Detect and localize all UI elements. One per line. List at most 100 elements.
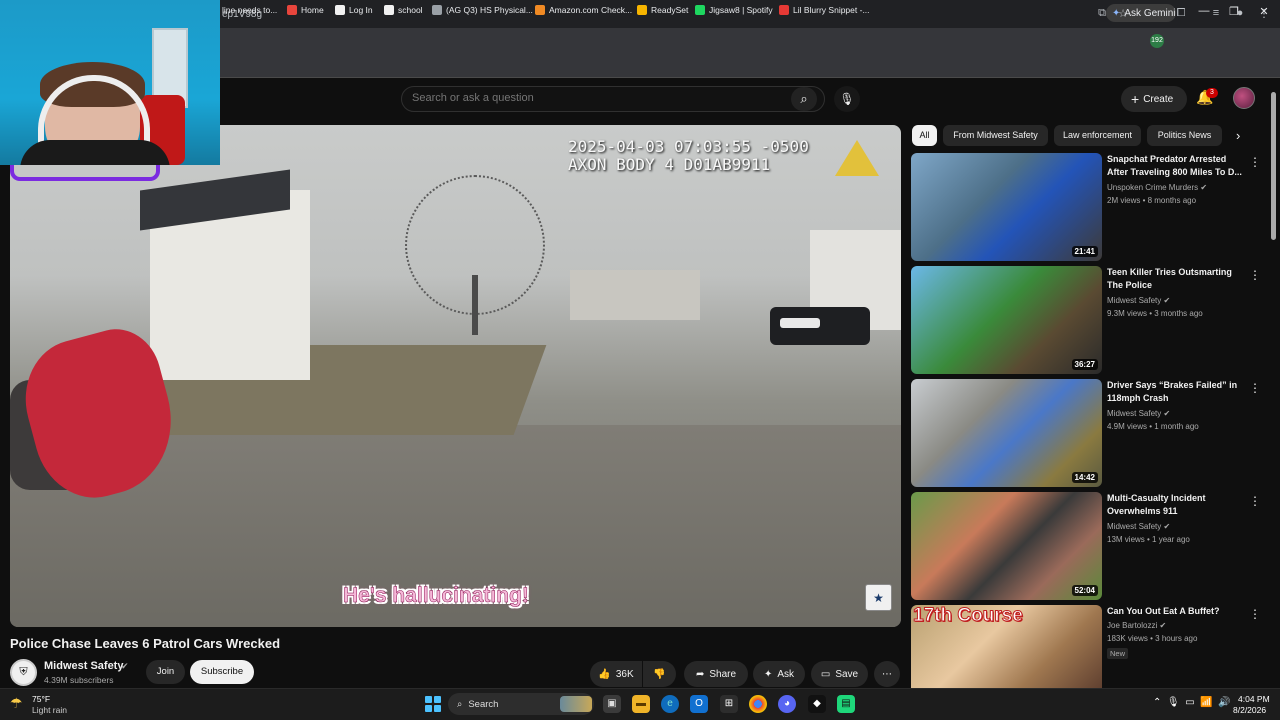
kebab-menu-icon[interactable]: ⋮	[1249, 381, 1261, 395]
police-badge-icon: ★	[865, 584, 892, 611]
axon-logo-icon	[835, 140, 879, 176]
recommendation-item[interactable]: 36:27 Teen Killer Tries Outsmarting The …	[911, 266, 1266, 374]
clock-time[interactable]: 4:04 PM	[1238, 694, 1270, 704]
recommendation-title[interactable]: Snapchat Predator Arrested After Traveli…	[1107, 153, 1245, 179]
verified-icon: ✔	[1159, 621, 1167, 630]
verified-icon: ✔	[1200, 183, 1208, 192]
recommendation-title[interactable]: Driver Says “Brakes Failed” in 118mph Cr…	[1107, 379, 1245, 405]
recommendation-thumbnail[interactable]: 17th Course	[911, 605, 1102, 688]
bookmark-label: Lil Blurry Snippet -...	[793, 5, 870, 15]
bookmark-star-icon[interactable]: ☆	[1115, 7, 1131, 20]
bookmark-item[interactable]: Lil Blurry Snippet -...	[779, 5, 870, 15]
video-scene-tree-trunk	[472, 275, 478, 335]
chip-politics-news[interactable]: Politics News	[1147, 125, 1222, 146]
create-button[interactable]: + Create	[1121, 86, 1187, 112]
bookmark-label: line needs to...	[222, 5, 278, 15]
store-icon[interactable]: ⊞	[720, 695, 738, 713]
kebab-menu-icon[interactable]: ⋮	[1249, 607, 1261, 621]
dislike-button[interactable]: 👎	[643, 661, 676, 687]
chrome-icon[interactable]	[749, 695, 767, 713]
search-input[interactable]	[412, 92, 772, 104]
share-button[interactable]: ➦ Share	[684, 661, 748, 687]
bookmark-item[interactable]: Log In	[335, 5, 373, 15]
bookmark-label: Jigsaw8 | Spotify	[709, 5, 773, 15]
subscriber-count: 4.39M subscribers	[44, 675, 114, 685]
system-tray[interactable]: ⌃ 🎙 ▭ 📶 🔊	[1153, 697, 1231, 708]
recommendation-item[interactable]: 52:04 Multi-Casualty Incident Overwhelms…	[911, 492, 1266, 600]
menu-kebab-icon[interactable]: ⋮	[1256, 7, 1272, 20]
like-button[interactable]: 👍 36K	[590, 661, 642, 687]
kebab-menu-icon[interactable]: ⋮	[1249, 494, 1261, 508]
recommendation-meta: 13M views • 1 year ago	[1107, 535, 1190, 544]
bodycam-timestamp-line1: 2025-04-03 07:03:55 -0500	[568, 137, 809, 156]
clock-date[interactable]: 8/2/2026	[1233, 705, 1266, 715]
channel-avatar[interactable]: ⛨	[10, 659, 37, 686]
recommendation-thumbnail[interactable]: 36:27	[911, 266, 1102, 374]
cast-icon[interactable]: ⧉	[1094, 7, 1110, 20]
bookmark-item[interactable]: Jigsaw8 | Spotify	[695, 5, 773, 15]
bookmark-item[interactable]: ReadySet	[637, 5, 688, 15]
like-count: 36K	[615, 668, 634, 680]
bookmark-item[interactable]: (AG Q3) HS Physical...	[432, 5, 533, 15]
discord-icon[interactable]: ◕	[778, 695, 796, 713]
channel-name[interactable]: Midwest Safety	[44, 660, 123, 672]
page-scrollbar[interactable]	[1271, 92, 1276, 240]
user-avatar[interactable]	[1233, 87, 1255, 109]
bookmark-favicon-icon	[384, 5, 394, 15]
edge-icon[interactable]: e	[661, 695, 679, 713]
subscribe-button[interactable]: Subscribe	[190, 660, 254, 684]
recommendation-item[interactable]: 21:41 Snapchat Predator Arrested After T…	[911, 153, 1266, 261]
game-launcher-icon[interactable]: ◆	[808, 695, 826, 713]
taskbar-search-label: Search	[468, 698, 499, 710]
recommendation-channel: Midwest Safety ✔	[1107, 522, 1171, 531]
thumbs-down-icon: 👎	[653, 668, 666, 680]
taskbar-search[interactable]: ⌕ Search	[448, 693, 594, 715]
search-highlight-icon	[560, 696, 592, 712]
extension-badge[interactable]: 192	[1150, 34, 1164, 48]
recommendation-title[interactable]: Teen Killer Tries Outsmarting The Police	[1107, 266, 1245, 292]
extensions-icon[interactable]: ⧠	[1173, 7, 1189, 20]
media-controls-icon[interactable]: ≡	[1208, 7, 1224, 19]
weather-icon[interactable]: ☂	[10, 695, 23, 712]
video-player[interactable]	[10, 125, 901, 627]
outlook-icon[interactable]: O	[690, 695, 708, 713]
app-icon[interactable]: ▤	[837, 695, 855, 713]
video-scene-car-door	[780, 318, 820, 328]
search-icon[interactable]: ⌕	[791, 87, 817, 111]
recommendation-title[interactable]: Can You Out Eat A Buffet?	[1107, 605, 1245, 618]
kebab-menu-icon[interactable]: ⋮	[1249, 268, 1261, 282]
bookmark-item[interactable]: school	[384, 5, 423, 15]
chip-all[interactable]: All	[912, 125, 937, 146]
bookmark-item[interactable]: Home	[287, 5, 324, 15]
more-actions-icon[interactable]: ⋯	[874, 661, 900, 687]
ask-button[interactable]: ✦ Ask	[753, 661, 805, 687]
recommendation-channel: Unspoken Crime Murders ✔	[1107, 183, 1208, 192]
recommendation-meta: 183K views • 3 hours ago	[1107, 634, 1198, 643]
recommendation-item[interactable]: 14:42 Driver Says “Brakes Failed” in 118…	[911, 379, 1266, 487]
task-view-icon[interactable]: ▣	[603, 695, 621, 713]
save-button[interactable]: ▭ Save	[811, 661, 868, 687]
weather-temperature[interactable]: 75°F	[32, 694, 50, 704]
weather-condition[interactable]: Light rain	[32, 705, 67, 715]
profile-icon[interactable]: ●	[1232, 7, 1248, 19]
chevron-right-icon[interactable]: ›	[1236, 128, 1240, 143]
video-subtitle: He's hallucinating!	[343, 584, 529, 608]
join-button[interactable]: Join	[146, 660, 185, 684]
windows-start-icon[interactable]	[425, 696, 441, 712]
recommendation-thumbnail[interactable]: 21:41	[911, 153, 1102, 261]
microphone-icon[interactable]: 🎙	[834, 86, 860, 112]
bookmark-favicon-icon	[695, 5, 705, 15]
recommendation-title[interactable]: Multi-Casualty Incident Overwhelms 911	[1107, 492, 1245, 518]
file-explorer-icon[interactable]: ▬	[632, 695, 650, 713]
recommendation-meta: 2M views • 8 months ago	[1107, 196, 1197, 205]
recommendation-thumbnail[interactable]: 14:42	[911, 379, 1102, 487]
sparkle-icon: ✦	[763, 668, 773, 680]
kebab-menu-icon[interactable]: ⋮	[1249, 155, 1261, 169]
recommendation-meta: 4.9M views • 1 month ago	[1107, 422, 1199, 431]
recommendation-thumbnail[interactable]: 52:04	[911, 492, 1102, 600]
recommendation-item[interactable]: 17th Course Can You Out Eat A Buffet? Jo…	[911, 605, 1266, 688]
chip-from-midwest-safety[interactable]: From Midwest Safety	[943, 125, 1048, 146]
bookmark-item[interactable]: Amazon.com Check...	[535, 5, 632, 15]
verified-icon: ✔	[1163, 296, 1171, 305]
chip-law-enforcement[interactable]: Law enforcement	[1054, 125, 1141, 146]
